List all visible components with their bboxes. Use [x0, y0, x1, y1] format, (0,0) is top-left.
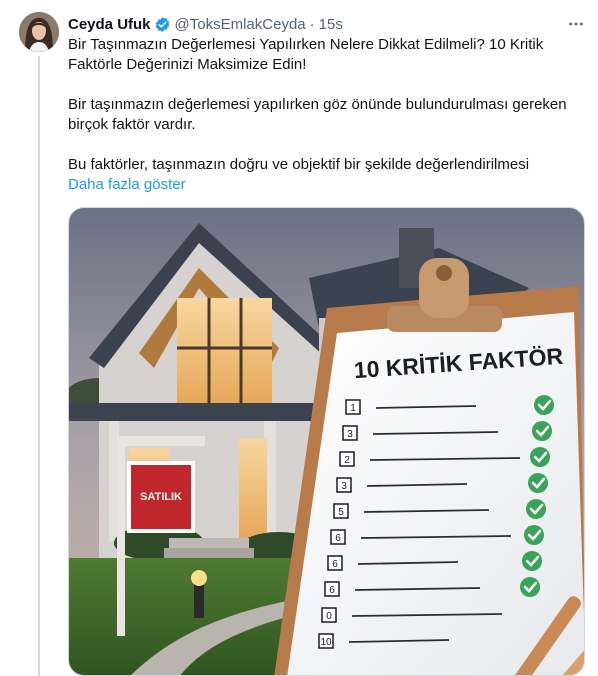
verified-badge-icon	[154, 16, 171, 33]
tweet-card[interactable]: Ceyda Ufuk @ToksEmlakCeyda · 15s Bir Taş…	[0, 0, 598, 676]
check-circle-icon	[532, 421, 552, 441]
checklist-number: 5	[338, 507, 344, 518]
checklist-number: 6	[335, 533, 341, 544]
checklist-number: 6	[329, 585, 335, 596]
check-circle-icon	[528, 473, 548, 493]
checklist-number: 10	[320, 637, 332, 648]
timestamp[interactable]: 15s	[319, 16, 343, 33]
author-name[interactable]: Ceyda Ufuk	[68, 16, 151, 33]
checklist-number: 3	[347, 429, 353, 440]
tweet-image[interactable]: SATILIK 10 KRİTİK FAKTÖR 1 3 2 3 5 6 6 6 0 10	[68, 207, 585, 676]
tweet-text: Bir Taşınmazın Değerlemesi Yapılırken Ne…	[68, 35, 583, 195]
check-circle-icon	[534, 395, 554, 415]
tweet-body-paragraph-2: Bu faktörler, taşınmazın doğru ve objekt…	[68, 156, 530, 173]
separator: ·	[309, 15, 315, 33]
tweet-header: Ceyda Ufuk @ToksEmlakCeyda · 15s	[68, 14, 343, 34]
check-circle-icon	[530, 447, 550, 467]
tweet-title-paragraph: Bir Taşınmazın Değerlemesi Yapılırken Ne…	[68, 36, 544, 73]
checklist-number: 1	[350, 403, 356, 414]
sign-text: SATILIK	[140, 491, 182, 503]
checklist-number: 0	[326, 611, 332, 622]
checklist-number: 6	[332, 559, 338, 570]
checklist-number: 3	[341, 481, 347, 492]
author-handle[interactable]: @ToksEmlakCeyda	[175, 16, 306, 33]
avatar[interactable]	[19, 12, 59, 52]
check-circle-icon	[526, 499, 546, 519]
check-circle-icon	[522, 551, 542, 571]
check-circle-icon	[520, 577, 540, 597]
tweet-body-paragraph-1: Bir taşınmazın değerlemesi yapılırken gö…	[68, 96, 567, 133]
checklist-number: 2	[344, 455, 350, 466]
show-more-link[interactable]: Daha fazla göster	[68, 175, 583, 195]
check-circle-icon	[524, 525, 544, 545]
more-options-icon[interactable]	[565, 14, 587, 34]
thread-line	[38, 56, 40, 676]
